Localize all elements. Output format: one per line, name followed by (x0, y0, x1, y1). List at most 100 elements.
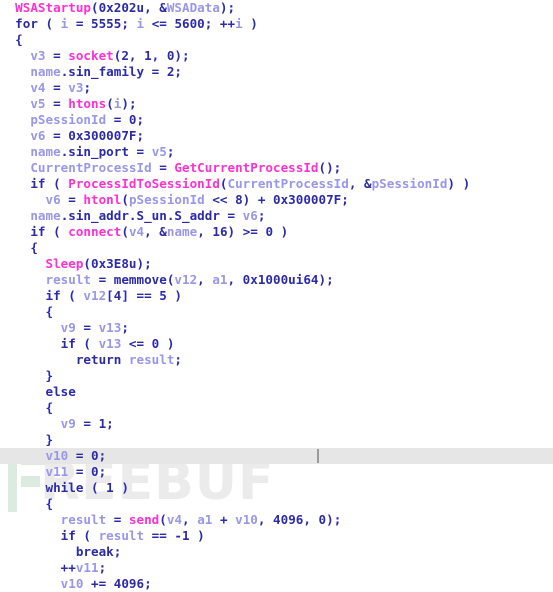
code-line[interactable]: v5 = htons(i); (0, 96, 553, 112)
code-token[interactable]: connect (68, 224, 121, 239)
code-token[interactable]: htons (68, 96, 106, 111)
code-token[interactable]: v10 (46, 448, 69, 463)
code-token[interactable]: i (137, 16, 145, 31)
code-token[interactable]: v13 (99, 320, 122, 335)
code-token[interactable]: v4 (129, 224, 144, 239)
code-line[interactable]: v4 = v3; (0, 80, 553, 96)
code-token[interactable]: pSessionId (30, 112, 106, 127)
text-caret (317, 449, 319, 463)
code-line[interactable]: if ( ProcessIdToSessionId(CurrentProcess… (0, 176, 553, 192)
code-token[interactable]: v6 (46, 192, 61, 207)
code-token: , (182, 512, 198, 527)
code-token[interactable]: ProcessIdToSessionId (68, 176, 220, 191)
code-token: ; (121, 320, 129, 335)
code-line[interactable]: pSessionId = 0; (0, 112, 553, 128)
code-token[interactable]: result (99, 528, 145, 543)
code-line[interactable]: v6 = 0x300007F; (0, 128, 553, 144)
code-token[interactable]: v3 (68, 80, 83, 95)
code-line[interactable]: v10 = 0; (0, 448, 553, 464)
code-token[interactable]: v9 (61, 416, 76, 431)
code-line[interactable]: ++v11; (0, 560, 553, 576)
code-token[interactable]: GetCurrentProcessId (174, 160, 318, 175)
code-line[interactable]: WSAStartup(0x202u, &WSAData); (0, 0, 553, 16)
code-token[interactable]: WSAData (167, 0, 220, 15)
code-line[interactable]: result = memmove(v12, a1, 0x1000ui64); (0, 272, 553, 288)
code-token[interactable]: v13 (99, 336, 122, 351)
code-line[interactable]: name.sin_port = v5; (0, 144, 553, 160)
code-token[interactable]: v5 (152, 144, 167, 159)
code-line[interactable]: name.sin_addr.S_un.S_addr = v6; (0, 208, 553, 224)
code-line[interactable]: v11 = 0; (0, 464, 553, 480)
code-line[interactable]: { (0, 32, 553, 48)
code-line[interactable]: result = send(v4, a1 + v10, 4096, 0); (0, 512, 553, 528)
code-line[interactable]: if ( v13 <= 0 ) (0, 336, 553, 352)
code-token[interactable]: CurrentProcessId (30, 160, 151, 175)
pseudocode-editor[interactable]: REEBUF WSAStartup(0x202u, &WSAData); for… (0, 0, 553, 591)
code-token[interactable]: name (30, 64, 60, 79)
code-token[interactable]: a1 (197, 512, 212, 527)
code-token: { (30, 240, 38, 255)
code-line[interactable]: { (0, 400, 553, 416)
code-line[interactable]: if ( result == -1 ) (0, 528, 553, 544)
code-token[interactable]: v12 (83, 288, 106, 303)
code-line[interactable]: name.sin_family = 2; (0, 64, 553, 80)
code-token[interactable]: v11 (76, 560, 99, 575)
code-line[interactable]: { (0, 304, 553, 320)
code-token[interactable]: v6 (30, 128, 45, 143)
code-line[interactable]: for ( i = 5555; i <= 5600; ++i ) (0, 16, 553, 32)
code-token[interactable]: socket (68, 48, 114, 63)
code-token[interactable]: CurrentProcessId (228, 176, 349, 191)
code-token[interactable]: htonl (83, 192, 121, 207)
code-line[interactable]: if ( connect(v4, &name, 16) >= 0 ) (0, 224, 553, 240)
code-line[interactable]: v6 = htonl(pSessionId << 8) + 0x300007F; (0, 192, 553, 208)
code-line[interactable]: } (0, 368, 553, 384)
code-line[interactable]: while ( 1 ) (0, 480, 553, 496)
code-token[interactable]: v6 (243, 208, 258, 223)
code-line[interactable]: { (0, 240, 553, 256)
code-line[interactable]: break; (0, 544, 553, 560)
code-line[interactable]: CurrentProcessId = GetCurrentProcessId()… (0, 160, 553, 176)
code-line[interactable]: else (0, 384, 553, 400)
code-token[interactable]: result (129, 352, 175, 367)
code-token[interactable]: v4 (30, 80, 45, 95)
code-token[interactable]: pSessionId (129, 192, 205, 207)
code-token: if ( (30, 224, 69, 239)
code-token[interactable]: send (129, 512, 159, 527)
code-line[interactable]: v10 += 4096; (0, 576, 553, 592)
code-token[interactable]: name (167, 224, 197, 239)
code-token[interactable]: v10 (235, 512, 258, 527)
code-token: (2, 1, 0); (113, 48, 190, 63)
code-token[interactable]: v11 (46, 464, 69, 479)
code-line[interactable]: v3 = socket(2, 1, 0); (0, 48, 553, 64)
code-token[interactable]: a1 (212, 272, 227, 287)
code-token[interactable]: result (46, 272, 92, 287)
code-token[interactable]: v3 (30, 48, 45, 63)
code-line[interactable]: } (0, 432, 553, 448)
code-token[interactable]: WSAStartup (15, 0, 91, 15)
code-token[interactable]: pSessionId (372, 176, 448, 191)
code-token[interactable]: v9 (61, 320, 76, 335)
code-token[interactable]: v4 (167, 512, 182, 527)
code-line[interactable]: v9 = v13; (0, 320, 553, 336)
code-token[interactable]: result (61, 512, 107, 527)
code-token[interactable]: v5 (30, 96, 45, 111)
code-token: ; (257, 208, 266, 223)
code-token[interactable]: v12 (174, 272, 197, 287)
code-token[interactable]: Sleep (46, 256, 84, 271)
code-line[interactable]: Sleep(0x3E8u); (0, 256, 553, 272)
code-line[interactable]: return result; (0, 352, 553, 368)
code-line[interactable]: { (0, 496, 553, 512)
code-listing[interactable]: WSAStartup(0x202u, &WSAData); for ( i = … (0, 0, 553, 592)
code-token: (); (318, 160, 342, 175)
code-token: ; (174, 352, 182, 367)
code-token[interactable]: v10 (61, 576, 84, 591)
code-token[interactable]: name (30, 144, 60, 159)
code-token[interactable]: i (235, 16, 243, 31)
code-token[interactable]: name (30, 208, 60, 223)
code-line[interactable]: if ( v12[4] == 5 ) (0, 288, 553, 304)
code-line[interactable]: v9 = 1; (0, 416, 553, 432)
